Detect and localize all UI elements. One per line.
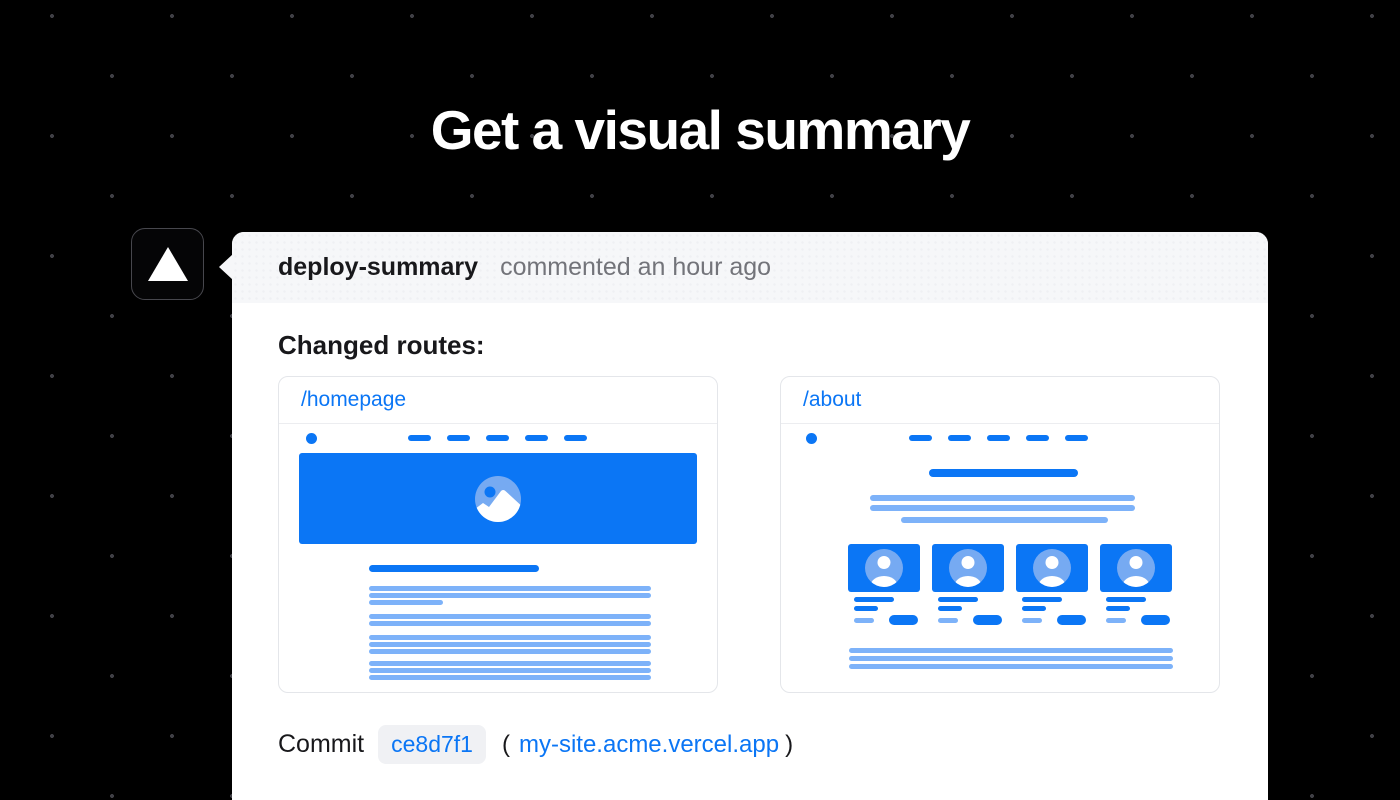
text-line: [870, 505, 1135, 511]
text-line: [369, 649, 651, 654]
text-line: [854, 618, 874, 623]
paren-close: ): [785, 731, 793, 759]
bot-avatar[interactable]: [131, 228, 204, 300]
paragraph-group: [369, 635, 651, 656]
page-background: Get a visual summary deploy-summary comm…: [0, 0, 1400, 800]
page-title: Get a visual summary: [0, 98, 1400, 162]
team-member-card: [1100, 544, 1172, 625]
route-card-header: /about: [781, 377, 1219, 424]
member-footer: [1016, 615, 1088, 625]
nav-dash: [948, 435, 971, 441]
text-line: [1022, 597, 1062, 602]
text-line: [938, 606, 962, 611]
comment-author[interactable]: deploy-summary: [278, 253, 478, 282]
text-line: [1022, 618, 1042, 623]
text-line: [938, 597, 978, 602]
person-icon: [949, 549, 987, 587]
route-link-about[interactable]: /about: [803, 388, 861, 412]
button-pill: [1057, 615, 1086, 625]
person-icon: [865, 549, 903, 587]
text-line: [901, 517, 1108, 523]
person-icon: [1117, 549, 1155, 587]
nav-dash: [564, 435, 587, 441]
route-link-homepage[interactable]: /homepage: [301, 388, 406, 412]
nav-dash: [447, 435, 470, 441]
person-icon: [1033, 549, 1071, 587]
nav-dashes: [909, 435, 1088, 441]
text-line: [369, 593, 651, 598]
deployment-url-link[interactable]: my-site.acme.vercel.app: [519, 731, 779, 759]
paren-open: (: [502, 731, 510, 759]
changed-routes-heading: Changed routes:: [278, 330, 1222, 361]
image-placeholder-icon: [475, 476, 521, 522]
commit-sha-badge[interactable]: ce8d7f1: [378, 725, 486, 764]
heading-line: [929, 469, 1078, 477]
text-line: [369, 661, 651, 666]
paragraph-group: [369, 586, 651, 607]
route-previews: /homepage: [278, 376, 1222, 693]
team-member-card: [932, 544, 1004, 625]
text-line: [369, 586, 651, 591]
nav-dash: [486, 435, 509, 441]
text-line: [369, 600, 443, 605]
team-grid: [848, 544, 1172, 625]
text-line: [938, 618, 958, 623]
text-line: [1106, 606, 1130, 611]
browser-dot: [806, 433, 817, 444]
text-line: [854, 606, 878, 611]
nav-dash: [1065, 435, 1088, 441]
text-line: [369, 642, 651, 647]
comment-timestamp: commented an hour ago: [500, 253, 771, 282]
text-line: [369, 668, 651, 673]
team-member-card: [1016, 544, 1088, 625]
speech-bubble-tail: [219, 254, 233, 280]
commit-label: Commit: [278, 730, 364, 759]
route-card-about: /about: [780, 376, 1220, 693]
nav-dash: [408, 435, 431, 441]
member-photo: [848, 544, 920, 592]
nav-dash: [987, 435, 1010, 441]
browser-dot: [306, 433, 317, 444]
member-footer: [848, 615, 920, 625]
hero-banner: [299, 453, 697, 544]
text-line: [1106, 597, 1146, 602]
paragraph-group: [369, 614, 651, 628]
text-line: [369, 621, 651, 626]
homepage-wireframe: [279, 424, 717, 693]
nav-dash: [909, 435, 932, 441]
member-footer: [1100, 615, 1172, 625]
route-card-header: /homepage: [279, 377, 717, 424]
comment-header: deploy-summary commented an hour ago: [232, 232, 1268, 303]
paragraph-group: [369, 661, 651, 682]
text-line: [849, 648, 1173, 653]
paragraph-group: [849, 648, 1173, 672]
route-card-homepage: /homepage: [278, 376, 718, 693]
team-member-card: [848, 544, 920, 625]
heading-line: [369, 565, 539, 572]
text-line: [849, 656, 1173, 661]
text-line: [1106, 618, 1126, 623]
text-line: [369, 635, 651, 640]
member-photo: [1016, 544, 1088, 592]
button-pill: [1141, 615, 1170, 625]
text-line: [1022, 606, 1046, 611]
text-line: [849, 664, 1173, 669]
comment-card: deploy-summary commented an hour ago Cha…: [232, 232, 1268, 800]
nav-dashes: [408, 435, 587, 441]
button-pill: [973, 615, 1002, 625]
comment-body: Changed routes: /homepage: [232, 330, 1268, 764]
text-line: [369, 614, 651, 619]
vercel-triangle-icon: [148, 247, 188, 281]
button-pill: [889, 615, 918, 625]
text-line: [369, 675, 651, 680]
commit-footer: Commit ce8d7f1 ( my-site.acme.vercel.app…: [278, 725, 1222, 764]
member-photo: [1100, 544, 1172, 592]
text-line: [854, 597, 894, 602]
member-photo: [932, 544, 1004, 592]
about-wireframe: [781, 424, 1219, 693]
member-footer: [932, 615, 1004, 625]
nav-dash: [525, 435, 548, 441]
nav-dash: [1026, 435, 1049, 441]
text-line: [870, 495, 1135, 501]
